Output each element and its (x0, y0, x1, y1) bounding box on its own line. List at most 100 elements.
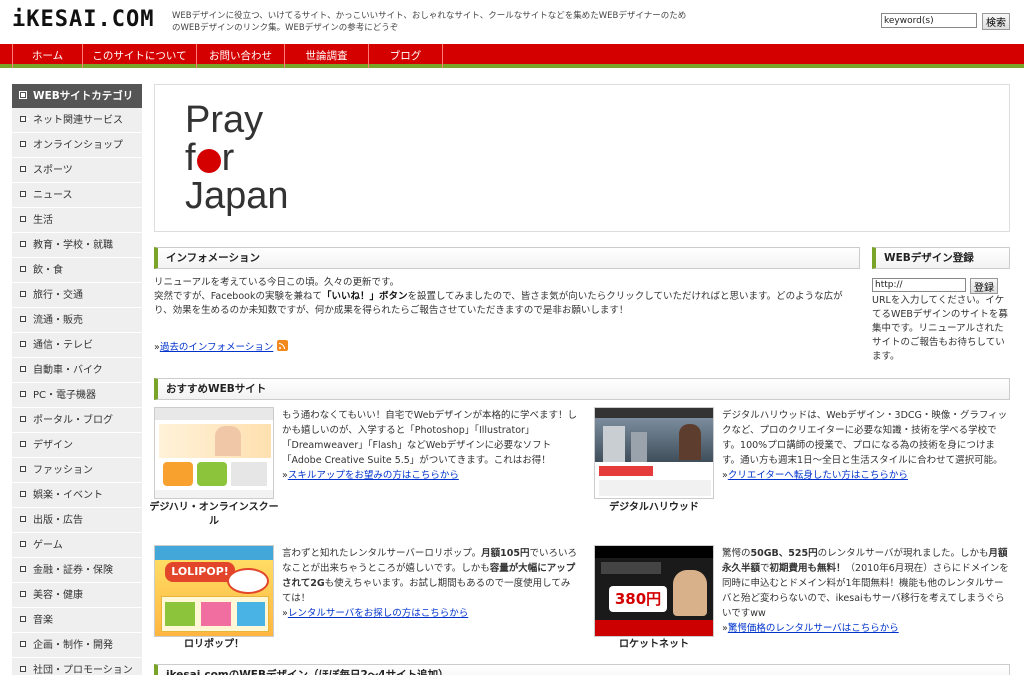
square-bullet-icon (20, 191, 26, 197)
site-thumbnail-digiharu-online[interactable] (154, 407, 274, 499)
square-bullet-icon (20, 366, 26, 372)
sidebar-category-label: 自動車・バイク (33, 365, 103, 376)
sidebar-category-item[interactable]: 旅行・交通 (12, 283, 142, 308)
square-bullet-icon (20, 116, 26, 122)
sidebar-category-item[interactable]: 娯楽・イベント (12, 483, 142, 508)
sidebar-category-label: PC・電子機器 (33, 390, 97, 401)
main-nav: ホーム このサイトについて お問い合わせ 世論調査 ブログ (0, 44, 1024, 68)
sidebar-category-item[interactable]: 自動車・バイク (12, 358, 142, 383)
square-bullet-icon (20, 541, 26, 547)
sidebar-category-label: 娯楽・イベント (33, 490, 103, 501)
site-label-digital-hollywood[interactable]: デジタルハリウッド (589, 501, 719, 515)
register-section-header: WEBデザイン登録 (872, 247, 1010, 269)
cheap-server-link[interactable]: 驚愕価格のレンタルサーバはこちらから (728, 623, 899, 634)
site-thumbnail-lolipop[interactable]: LOLIPOP! (154, 545, 274, 637)
nav-home[interactable]: ホーム (13, 44, 83, 68)
square-bullet-icon (20, 341, 26, 347)
register-text: URLを入力してください。イケてるWEBデザインのサイトを募集中です。リニューア… (872, 295, 1008, 362)
site-thumbnail-digital-hollywood[interactable] (594, 407, 714, 499)
square-bullet-icon (20, 416, 26, 422)
nav-about[interactable]: このサイトについて (83, 44, 197, 68)
square-bullet-icon (20, 166, 26, 172)
sidebar-category-item[interactable]: デザイン (12, 433, 142, 458)
site-desc-lolipop: 言わずと知れたレンタルサーバーロリポップ。月額105円でいろいろなことが出来ちゃ… (282, 548, 577, 619)
square-bullet-icon (20, 241, 26, 247)
sidebar-category-item[interactable]: ニュース (12, 183, 142, 208)
sidebar-category-label: 音楽 (33, 615, 53, 626)
category-header: WEBサイトカテゴリー (12, 84, 142, 126)
site-label-rocketnet[interactable]: ロケットネット (589, 638, 719, 652)
info-body: リニューアルを考えている今日この頃。久々の更新です。 突然ですが、Faceboo… (154, 277, 843, 316)
site-tagline: WEBデザインに役立つ、いけてるサイト、かっこいいサイト、おしゃれなサイト、クー… (172, 11, 687, 33)
sidebar-category-label: ポータル・ブログ (33, 415, 113, 426)
sidebar-category-item[interactable]: 教育・学校・就職 (12, 233, 142, 258)
nav-poll[interactable]: 世論調査 (285, 44, 369, 68)
sidebar-category-label: ゲーム (33, 540, 63, 551)
square-bullet-icon (20, 92, 26, 98)
site-label-lolipop[interactable]: ロリポップ！ (149, 638, 279, 652)
square-bullet-icon (20, 516, 26, 522)
site-thumbnail-rocketnet[interactable]: 380円 (594, 545, 714, 637)
url-register-input[interactable] (872, 278, 966, 292)
nav-blog[interactable]: ブログ (369, 44, 443, 68)
sidebar-category-item[interactable]: 音楽 (12, 608, 142, 633)
search-input[interactable] (881, 13, 977, 28)
sidebar-category-label: 飲・食 (33, 265, 63, 276)
square-bullet-icon (20, 291, 26, 297)
sidebar-category-label: ファッション (33, 465, 93, 476)
sidebar-category-item[interactable]: ポータル・ブログ (12, 408, 142, 433)
sidebar-category-item[interactable]: スポーツ (12, 158, 142, 183)
sidebar-category-item[interactable]: オンラインショップ (12, 133, 142, 158)
sidebar-category-item[interactable]: PC・電子機器 (12, 383, 142, 408)
creator-link[interactable]: クリエイターへ転身したい方はこちらから (728, 470, 908, 481)
sidebar-category-item[interactable]: 通信・テレビ (12, 333, 142, 358)
square-bullet-icon (20, 466, 26, 472)
register-button[interactable]: 登録 (970, 278, 998, 294)
square-bullet-icon (20, 641, 26, 647)
info-section-header: インフォメーション (154, 247, 860, 269)
sidebar-category-item[interactable]: ゲーム (12, 533, 142, 558)
site-desc-digital-hollywood: デジタルハリウッドは、Webデザイン・3DCG・映像・グラフィックなど、プロのク… (722, 410, 1008, 481)
square-bullet-icon (20, 666, 26, 672)
sidebar-category-label: スポーツ (33, 165, 73, 176)
sidebar-category-label: 出版・広告 (33, 515, 83, 526)
square-bullet-icon (20, 266, 26, 272)
square-bullet-icon (20, 391, 26, 397)
site-label-digiharu-online[interactable]: デジハリ・オンラインスクール (149, 501, 279, 529)
sidebar-category-item[interactable]: 社団・プロモーション (12, 658, 142, 675)
sidebar-category-item[interactable]: 飲・食 (12, 258, 142, 283)
past-info-link[interactable]: 過去のインフォメーション (160, 342, 274, 353)
site-desc-rocketnet: 驚愕の50GB、525円のレンタルサーバが現れました。しかも月額永久半額で初期費… (722, 548, 1009, 634)
category-list: ネット関連サービスオンラインショップ スポーツニュース 生活 教育・学校・就職飲・食旅… (12, 108, 142, 675)
sidebar-category-item[interactable]: 流通・販売 (12, 308, 142, 333)
sidebar-category-item[interactable]: ファッション (12, 458, 142, 483)
sidebar-category-item[interactable]: 出版・広告 (12, 508, 142, 533)
pray-for-japan-banner[interactable]: Pray fr Japan (154, 84, 1010, 232)
rental-server-link[interactable]: レンタルサーバをお探しの方はこちらから (288, 608, 468, 619)
square-bullet-icon (20, 591, 26, 597)
sidebar-category-label: オンラインショップ (33, 140, 123, 151)
skillup-link[interactable]: スキルアップをお望みの方はこちらから (288, 470, 459, 481)
square-bullet-icon (20, 566, 26, 572)
square-bullet-icon (20, 316, 26, 322)
sidebar-category-label: デザイン (33, 440, 73, 451)
recommend-section-header: おすすめWEBサイト (154, 378, 1010, 400)
site-logo[interactable]: iKESAI.COM (12, 7, 154, 32)
search-button[interactable]: 検索 (982, 13, 1010, 30)
square-bullet-icon (20, 141, 26, 147)
past-info-row: »過去のインフォメーション (154, 340, 454, 355)
nav-contact[interactable]: お問い合わせ (197, 44, 285, 68)
square-bullet-icon (20, 491, 26, 497)
sidebar-category-item[interactable]: 生活 (12, 208, 142, 233)
sidebar-category-item[interactable]: 美容・健康 (12, 583, 142, 608)
webdesign-section-header: ikesai.comのWEBデザイン（ほぼ毎日2〜4サイト追加） (154, 664, 1010, 675)
sidebar-category-item[interactable]: 金融・証券・保険 (12, 558, 142, 583)
category-sidebar: WEBサイトカテゴリー ネット関連サービスオンラインショップスポーツニュース生活… (12, 84, 142, 675)
sidebar-category-item[interactable]: 企画・制作・開発 (12, 633, 142, 658)
square-bullet-icon (20, 216, 26, 222)
sidebar-category-item[interactable]: ネット関連サービス (12, 108, 142, 133)
sidebar-category-label: 美容・健康 (33, 590, 83, 601)
rss-icon[interactable] (277, 340, 289, 351)
site-desc-digiharu-online: もう通わなくてもいい！自宅でWebデザインが本格的に学べます！しかも嬉しいのが、… (282, 410, 577, 481)
site-header: iKESAI.COM WEBデザインに役立つ、いけてるサイト、かっこいいサイト、… (0, 0, 1024, 44)
